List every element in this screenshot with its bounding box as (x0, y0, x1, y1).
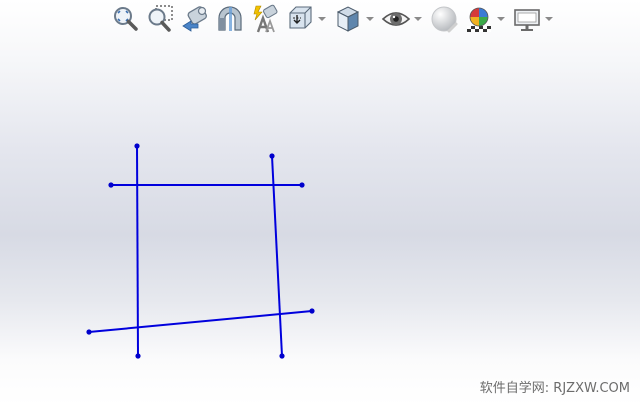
sketch-endpoint-2-1[interactable] (108, 182, 114, 188)
sketch-endpoint-2-2[interactable] (299, 182, 305, 188)
sketch-lines (88, 145, 313, 357)
sketch-endpoint-4-1[interactable] (86, 329, 92, 335)
sketch-endpoint-3-1[interactable] (269, 153, 275, 159)
sketch-endpoint-1-1[interactable] (134, 143, 140, 149)
sketch-endpoint-3-2[interactable] (279, 353, 285, 359)
sketch-line-4[interactable] (88, 310, 313, 333)
sketch-line-1[interactable] (136, 145, 139, 357)
graphics-area[interactable]: 软件自学网: RJZXW.COM (0, 0, 640, 406)
sketch-endpoint-1-2[interactable] (135, 353, 141, 359)
sketch-canvas (86, 143, 315, 359)
sketch-endpoint-4-2[interactable] (309, 308, 315, 314)
watermark-text: 软件自学网: RJZXW.COM (479, 381, 630, 396)
